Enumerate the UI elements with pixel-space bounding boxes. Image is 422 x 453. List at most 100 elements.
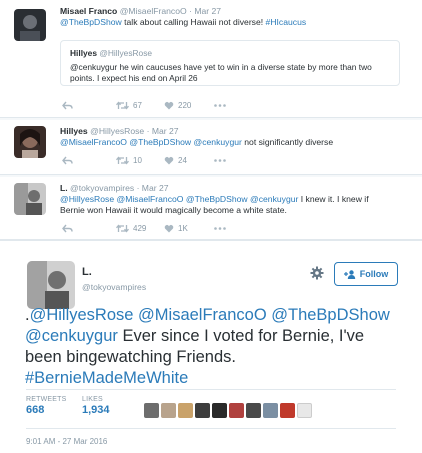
tweet-body: talk about calling Hawaii not diverse!: [121, 17, 266, 27]
display-name[interactable]: Hillyes: [60, 126, 88, 136]
tweet-header: Hillyes @HillyesRose · Mar 27: [60, 126, 179, 136]
avatar[interactable]: [14, 126, 46, 158]
follow-button[interactable]: Follow: [334, 262, 398, 286]
quoted-tweet[interactable]: Hillyes @HillyesRose @cenkuygur he win c…: [60, 40, 400, 86]
tweet-header: L. @tokyovampires · Mar 27: [60, 183, 169, 193]
retweet-count: 10: [133, 156, 142, 165]
tweet-tokyovampires[interactable]: L. @tokyovampires · Mar 27 @HillyesRose …: [0, 177, 422, 240]
like-button[interactable]: 220: [164, 101, 214, 110]
tweet-hillyes[interactable]: Hillyes @HillyesRose · Mar 27 @MisaelFra…: [0, 120, 422, 175]
hashtag-link[interactable]: #HIcaucus: [266, 17, 307, 27]
likes-count: 1,934: [82, 404, 110, 416]
username[interactable]: @MisaelFrancoO: [120, 6, 187, 16]
tweet-actions: 67 220: [62, 101, 226, 110]
liker-avatar[interactable]: [229, 403, 244, 418]
tweet-text: @TheBpDShow talk about calling Hawaii no…: [60, 17, 410, 28]
liker-avatar[interactable]: [263, 403, 278, 418]
tweet-actions: 10 24: [62, 156, 226, 165]
like-count: 220: [178, 101, 192, 110]
retweet-icon: [116, 156, 129, 165]
follow-label: Follow: [359, 269, 389, 279]
tweet-date[interactable]: · Mar 27: [147, 126, 179, 136]
tweet-actions: 429 1K: [62, 224, 226, 233]
more-icon: [214, 159, 226, 162]
likes-stat[interactable]: LIKES 1,934: [82, 396, 110, 416]
mention-links[interactable]: @HillyesRose @MisaelFrancoO @TheBpDShow: [30, 306, 390, 324]
hashtag-link[interactable]: #BernieMadeMeWhite: [25, 369, 188, 387]
quote-name: Hillyes: [70, 48, 98, 58]
username[interactable]: @tokyovampires: [70, 183, 134, 193]
retweets-stat[interactable]: RETWEETS 668: [26, 396, 67, 416]
tweet-text: @HillyesRose @MisaelFrancoO @TheBpDShow …: [60, 194, 415, 216]
retweet-icon: [116, 224, 129, 233]
retweet-icon: [116, 101, 129, 110]
reply-icon: [62, 224, 73, 233]
tweet-date[interactable]: · Mar 27: [189, 6, 221, 16]
mention-link[interactable]: @cenkuygur: [25, 327, 118, 345]
avatar[interactable]: [27, 261, 75, 309]
mention-links[interactable]: @MisaelFrancoO @TheBpDShow @cenkuygur: [60, 137, 242, 147]
display-name[interactable]: L.: [82, 266, 92, 278]
tweet-header: Misael Franco @MisaelFrancoO · Mar 27: [60, 6, 221, 16]
more-button[interactable]: [214, 104, 226, 107]
main-tweet: L. @tokyovampires Follow .@HillyesRose @…: [0, 240, 422, 453]
reply-button[interactable]: [62, 156, 116, 165]
liker-avatar[interactable]: [280, 403, 295, 418]
main-tweet-text: .@HillyesRose @MisaelFrancoO @TheBpDShow…: [25, 305, 405, 389]
display-name[interactable]: L.: [60, 183, 68, 193]
tweet-body-line2: Bernie won Hawaii it would magically bec…: [60, 205, 287, 215]
gear-icon[interactable]: [310, 266, 324, 280]
tweet-date[interactable]: · Mar 27: [137, 183, 169, 193]
liker-avatar[interactable]: [144, 403, 159, 418]
more-icon: [214, 104, 226, 107]
divider: [26, 389, 396, 390]
heart-icon: [164, 224, 174, 233]
retweet-button[interactable]: 429: [116, 224, 164, 233]
like-count: 24: [178, 156, 187, 165]
quote-text: @cenkuygur he win caucuses have yet to w…: [70, 62, 372, 83]
more-button[interactable]: [214, 227, 226, 230]
reply-icon: [62, 156, 73, 165]
conversation: Misael Franco @MisaelFrancoO · Mar 27 @T…: [0, 0, 422, 240]
liker-avatar[interactable]: [161, 403, 176, 418]
avatar[interactable]: [14, 9, 46, 41]
liker-avatars: [144, 403, 312, 418]
likes-label: LIKES: [82, 396, 103, 403]
tweet-body-line1: I knew it. I knew if: [298, 194, 369, 204]
tweet-text: @MisaelFrancoO @TheBpDShow @cenkuygur no…: [60, 137, 410, 148]
tweet-misael[interactable]: Misael Franco @MisaelFrancoO · Mar 27 @T…: [0, 0, 422, 118]
retweet-count: 67: [133, 101, 142, 110]
retweet-count: 429: [133, 224, 147, 233]
like-button[interactable]: 24: [164, 156, 214, 165]
liker-avatar[interactable]: [195, 403, 210, 418]
quote-header: Hillyes @HillyesRose: [70, 48, 152, 58]
avatar[interactable]: [14, 183, 46, 215]
liker-avatar[interactable]: [297, 403, 312, 418]
tweet-body: not significantly diverse: [241, 137, 334, 147]
quote-username: @HillyesRose: [99, 48, 153, 58]
liker-avatar[interactable]: [246, 403, 261, 418]
heart-icon: [164, 156, 174, 165]
more-button[interactable]: [214, 159, 226, 162]
mention-link[interactable]: @TheBpDShow: [60, 17, 122, 27]
reply-button[interactable]: [62, 224, 116, 233]
divider: [26, 428, 396, 429]
more-icon: [214, 227, 226, 230]
reply-icon: [62, 101, 73, 110]
retweet-button[interactable]: 10: [116, 156, 164, 165]
retweet-button[interactable]: 67: [116, 101, 164, 110]
display-name[interactable]: Misael Franco: [60, 6, 117, 16]
like-count: 1K: [178, 224, 188, 233]
retweets-label: RETWEETS: [26, 396, 67, 403]
retweets-count: 668: [26, 404, 45, 416]
heart-icon: [164, 101, 174, 110]
username[interactable]: @tokyovampires: [82, 282, 146, 292]
liker-avatar[interactable]: [212, 403, 227, 418]
liker-avatar[interactable]: [178, 403, 193, 418]
mention-links[interactable]: @HillyesRose @MisaelFrancoO @TheBpDShow …: [60, 194, 298, 204]
add-user-icon: [343, 269, 355, 279]
reply-button[interactable]: [62, 101, 116, 110]
tweet-timestamp[interactable]: 9:01 AM - 27 Mar 2016: [26, 437, 107, 446]
username[interactable]: @HillyesRose: [90, 126, 144, 136]
like-button[interactable]: 1K: [164, 224, 214, 233]
